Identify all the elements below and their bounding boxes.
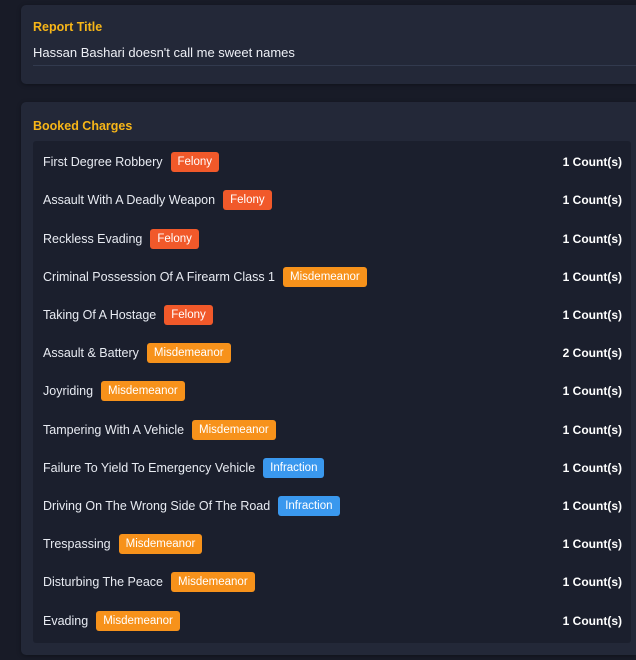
charge-count: 1 Count(s) <box>562 461 622 475</box>
charge-row[interactable]: Disturbing The Peace Misdemeanor 1 Count… <box>43 570 622 594</box>
charge-count: 1 Count(s) <box>562 193 622 207</box>
charge-row[interactable]: Tampering With A Vehicle Misdemeanor 1 C… <box>43 418 622 442</box>
charge-count: 1 Count(s) <box>562 155 622 169</box>
charge-type-badge: Misdemeanor <box>101 381 185 401</box>
charge-row[interactable]: Reckless Evading Felony 1 Count(s) <box>43 227 622 251</box>
charge-name: Disturbing The Peace <box>43 575 163 589</box>
charge-name: Evading <box>43 614 89 628</box>
charge-name: Criminal Possession Of A Firearm Class 1 <box>43 270 276 284</box>
charge-row[interactable]: Assault With A Deadly Weapon Felony 1 Co… <box>43 188 622 212</box>
charge-count: 2 Count(s) <box>562 346 622 360</box>
charge-row[interactable]: First Degree Robbery Felony 1 Count(s) <box>43 150 622 174</box>
report-title-label: Report Title <box>33 20 103 34</box>
charge-name: Driving On The Wrong Side Of The Road <box>43 499 271 513</box>
charge-type-badge: Felony <box>223 190 272 210</box>
charge-count: 1 Count(s) <box>562 575 622 589</box>
charge-count: 1 Count(s) <box>562 384 622 398</box>
booked-charges-label: Booked Charges <box>33 119 133 133</box>
charge-type-badge: Felony <box>170 152 220 172</box>
report-title-underline <box>33 65 636 66</box>
charge-count: 1 Count(s) <box>562 308 622 322</box>
charge-name: Joyriding <box>43 384 94 398</box>
charge-name: First Degree Robbery <box>43 155 163 169</box>
charge-row[interactable]: Criminal Possession Of A Firearm Class 1… <box>43 265 622 289</box>
charge-name: Assault & Battery <box>43 346 139 360</box>
charge-name: Reckless Evading <box>43 232 143 246</box>
charge-row[interactable]: Failure To Yield To Emergency Vehicle In… <box>43 456 622 480</box>
charge-name: Tampering With A Vehicle <box>43 423 185 437</box>
charge-type-badge: Misdemeanor <box>96 611 180 631</box>
report-title-card: Report Title Hassan Bashari doesn't call… <box>21 5 636 84</box>
charges-list: First Degree Robbery Felony 1 Count(s) A… <box>33 141 631 643</box>
charge-type-badge: Misdemeanor <box>170 572 255 592</box>
charge-row[interactable]: Driving On The Wrong Side Of The Road In… <box>43 494 622 518</box>
charge-name: Assault With A Deadly Weapon <box>43 193 216 207</box>
booked-charges-card: Booked Charges First Degree Robbery Felo… <box>21 102 636 655</box>
charge-type-badge: Misdemeanor <box>118 534 203 554</box>
charge-type-badge: Infraction <box>278 496 340 516</box>
charge-name: Trespassing <box>43 537 111 551</box>
charge-row[interactable]: Evading Misdemeanor 1 Count(s) <box>43 609 622 633</box>
charge-row[interactable]: Joyriding Misdemeanor 1 Count(s) <box>43 379 622 403</box>
charge-type-badge: Misdemeanor <box>283 267 367 287</box>
charge-count: 1 Count(s) <box>562 499 622 513</box>
charge-type-badge: Infraction <box>263 458 325 478</box>
charge-row[interactable]: Assault & Battery Misdemeanor 2 Count(s) <box>43 341 622 365</box>
charge-name: Failure To Yield To Emergency Vehicle <box>43 461 256 475</box>
charge-row[interactable]: Trespassing Misdemeanor 1 Count(s) <box>43 532 622 556</box>
charge-type-badge: Felony <box>150 229 199 249</box>
charge-count: 1 Count(s) <box>562 614 622 628</box>
report-title-value[interactable]: Hassan Bashari doesn't call me sweet nam… <box>33 45 295 60</box>
charge-count: 1 Count(s) <box>562 232 622 246</box>
charge-type-badge: Misdemeanor <box>192 420 276 440</box>
charge-name: Taking Of A Hostage <box>43 308 157 322</box>
charge-type-badge: Felony <box>164 305 213 325</box>
charge-count: 1 Count(s) <box>562 537 622 551</box>
charge-count: 1 Count(s) <box>562 423 622 437</box>
charge-row[interactable]: Taking Of A Hostage Felony 1 Count(s) <box>43 303 622 327</box>
charge-count: 1 Count(s) <box>562 270 622 284</box>
charge-type-badge: Misdemeanor <box>146 343 231 363</box>
